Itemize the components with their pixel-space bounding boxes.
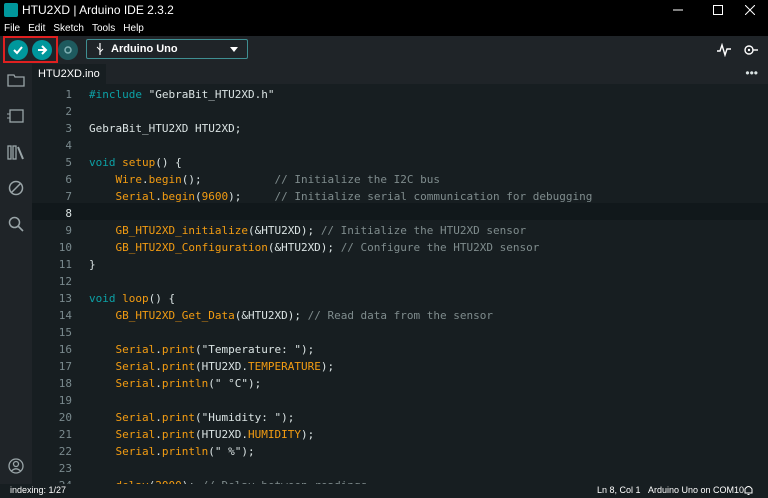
line-number: 11 xyxy=(58,258,72,271)
debug-icon xyxy=(64,46,72,54)
line-number: 4 xyxy=(65,139,72,152)
board-name: Arduino Uno xyxy=(111,43,178,55)
line-number: 6 xyxy=(65,173,72,186)
line-number: 14 xyxy=(58,309,72,322)
line-number: 8 xyxy=(65,207,72,220)
code-line[interactable]: Serial.print(HTU2XD.TEMPERATURE); xyxy=(89,358,335,375)
serial-monitor-icon xyxy=(744,45,758,55)
menu-help[interactable]: Help xyxy=(119,23,148,34)
minimize-icon xyxy=(673,9,683,11)
line-number: 2 xyxy=(65,105,72,118)
serial-monitor-button[interactable] xyxy=(740,40,760,60)
current-line-highlight xyxy=(32,203,768,220)
line-number: 7 xyxy=(65,190,72,203)
library-manager-button[interactable] xyxy=(6,142,26,162)
bell-icon xyxy=(744,486,753,495)
title-bar: HTU2XD | Arduino IDE 2.3.2 xyxy=(0,0,768,20)
debug-button[interactable] xyxy=(58,40,78,60)
code-line[interactable]: Serial.println(" %"); xyxy=(89,443,255,460)
line-number: 22 xyxy=(58,445,72,458)
arduino-app-icon xyxy=(4,3,18,17)
line-number: 15 xyxy=(58,326,72,339)
code-line[interactable]: Wire.begin(); // Initialize the I2C bus xyxy=(89,171,441,188)
line-number: 3 xyxy=(65,122,72,135)
serial-plotter-icon xyxy=(717,43,731,57)
board-manager-button[interactable] xyxy=(6,106,26,126)
window-title: HTU2XD | Arduino IDE 2.3.2 xyxy=(22,3,174,17)
search-icon xyxy=(8,216,24,232)
tab-htu2xd-ino[interactable]: HTU2XD.ino xyxy=(32,64,106,85)
arrow-right-icon xyxy=(38,45,48,55)
code-line[interactable]: GB_HTU2XD_initialize(&HTU2XD); // Initia… xyxy=(89,222,527,239)
cursor-position[interactable]: Ln 8, Col 1 xyxy=(597,485,641,495)
code-editor[interactable]: 123456789101112131415161718192021222324 … xyxy=(32,84,768,484)
line-number: 9 xyxy=(65,224,72,237)
serial-plotter-button[interactable] xyxy=(714,40,734,60)
code-line[interactable]: GebraBit_HTU2XD HTU2XD; xyxy=(89,120,241,137)
line-number: 16 xyxy=(58,343,72,356)
line-number: 21 xyxy=(58,428,72,441)
menu-file[interactable]: File xyxy=(0,23,24,34)
menu-edit[interactable]: Edit xyxy=(24,23,49,34)
library-icon xyxy=(7,145,24,160)
tab-bar: HTU2XD.ino ••• xyxy=(32,64,768,85)
line-number: 12 xyxy=(58,275,72,288)
close-icon xyxy=(745,5,755,15)
line-number: 23 xyxy=(58,462,72,475)
code-line[interactable]: #include "GebraBit_HTU2XD.h" xyxy=(89,86,274,103)
code-line[interactable]: } xyxy=(89,256,96,273)
board-selector[interactable]: Arduino Uno xyxy=(86,39,248,59)
verify-button[interactable] xyxy=(8,40,28,60)
usb-icon xyxy=(96,43,104,55)
code-line[interactable]: Serial.print(HTU2XD.HUMIDITY); xyxy=(89,426,315,443)
account-icon xyxy=(8,458,24,474)
line-number: 24 xyxy=(32,477,72,484)
line-number: 20 xyxy=(58,411,72,424)
status-bar: indexing: 1/27 Ln 8, Col 1 Arduino Uno o… xyxy=(0,484,768,498)
menu-bar: File Edit Sketch Tools Help xyxy=(0,20,768,36)
search-button[interactable] xyxy=(6,214,26,234)
menu-tools[interactable]: Tools xyxy=(88,23,119,34)
checkmark-icon xyxy=(13,46,23,55)
chevron-down-icon xyxy=(230,47,238,52)
bell-icon[interactable] xyxy=(744,485,753,497)
debug-icon xyxy=(8,180,24,196)
more-actions-icon[interactable]: ••• xyxy=(745,66,758,80)
board-manager-icon xyxy=(7,109,24,123)
line-number: 18 xyxy=(58,377,72,390)
close-button[interactable] xyxy=(732,0,768,20)
sidebar xyxy=(0,64,32,484)
indexing-status: indexing: 1/27 xyxy=(10,485,67,495)
board-port-status[interactable]: Arduino Uno on COM10 xyxy=(648,485,744,495)
line-number: 17 xyxy=(58,360,72,373)
menu-sketch[interactable]: Sketch xyxy=(49,23,88,34)
code-line[interactable]: Serial.println(" °C"); xyxy=(89,375,262,392)
maximize-button[interactable] xyxy=(700,0,736,20)
line-number: 1 xyxy=(65,88,72,101)
line-number: 5 xyxy=(65,156,72,169)
code-line[interactable]: GB_HTU2XD_Configuration(&HTU2XD); // Con… xyxy=(89,239,540,256)
line-number: 13 xyxy=(58,292,72,305)
sketchbook-button[interactable] xyxy=(6,70,26,90)
code-line[interactable]: void loop() { xyxy=(89,290,175,307)
code-line[interactable]: delay(2000); // Delay between readings xyxy=(89,477,368,484)
upload-button[interactable] xyxy=(32,40,52,60)
code-line[interactable]: Serial.print("Temperature: "); xyxy=(89,341,315,358)
code-line[interactable]: Serial.begin(9600); // Initialize serial… xyxy=(89,188,593,205)
minimize-button[interactable] xyxy=(660,0,696,20)
account-button[interactable] xyxy=(6,456,26,476)
code-line[interactable]: Serial.print("Humidity: "); xyxy=(89,409,295,426)
line-number: 19 xyxy=(58,394,72,407)
code-line[interactable]: void setup() { xyxy=(89,154,182,171)
debug-panel-button[interactable] xyxy=(6,178,26,198)
code-line[interactable]: GB_HTU2XD_Get_Data(&HTU2XD); // Read dat… xyxy=(89,307,494,324)
folder-icon xyxy=(7,74,25,87)
line-number: 10 xyxy=(58,241,72,254)
maximize-icon xyxy=(713,5,723,15)
